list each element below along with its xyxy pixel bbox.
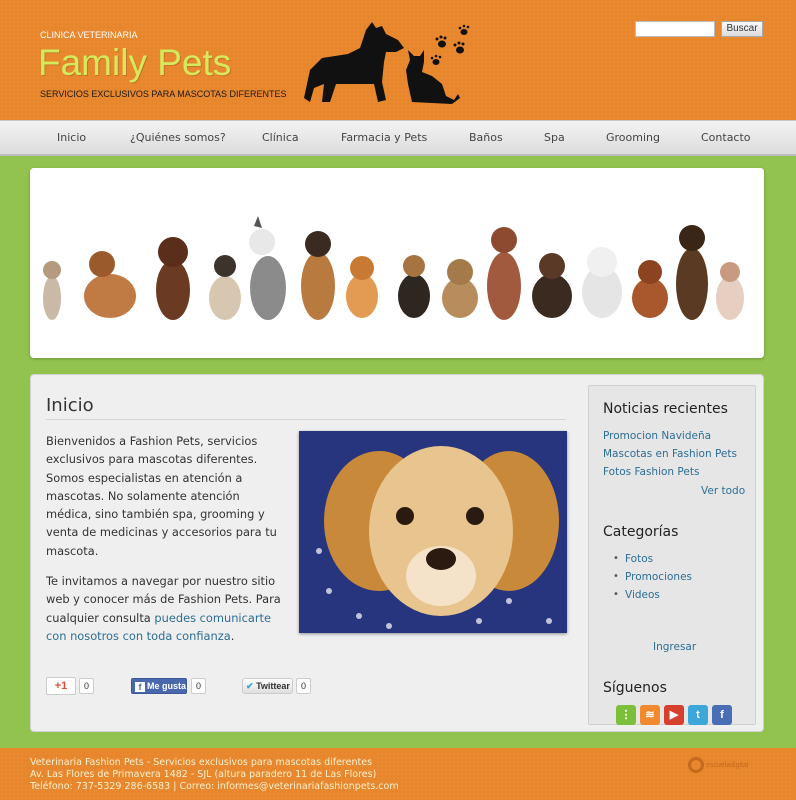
dogs-lineup-image	[30, 168, 764, 358]
escueladigital-logo[interactable]: escueladigital	[688, 757, 748, 773]
nav-item-inicio[interactable]: Inicio	[57, 131, 86, 144]
nav-item-contacto[interactable]: Contacto	[701, 131, 751, 144]
sitemap-icon[interactable]: ⋮	[616, 705, 636, 725]
brand-logo-text[interactable]: Family Pets	[38, 42, 231, 84]
bullet-icon: •	[613, 589, 619, 600]
footer-line-2: Av. Las Flores de Primavera 1482 - SJL (…	[30, 769, 377, 780]
nav-item-banos[interactable]: Baños	[469, 131, 503, 144]
tweet-button[interactable]: ✔ Twittear	[242, 678, 293, 694]
facebook-icon[interactable]: f	[712, 705, 732, 725]
tweet-count: 0	[296, 678, 311, 694]
search-input[interactable]	[635, 21, 715, 37]
categories-heading: Categorías	[603, 524, 679, 540]
clinic-label: CLINICA VETERINARIA	[40, 30, 138, 40]
follow-heading: Síguenos	[603, 680, 667, 696]
escueladigital-mark-icon	[688, 757, 704, 773]
nav-item-clinica[interactable]: Clínica	[262, 131, 299, 144]
news-heading: Noticias recientes	[603, 401, 728, 417]
tweet-label: Twittear	[256, 681, 290, 691]
news-item[interactable]: Mascotas en Fashion Pets	[603, 448, 737, 460]
intro-paragraph: Bienvenidos a Fashion Pets, servicios ex…	[46, 434, 277, 558]
category-item[interactable]: Promociones	[625, 571, 692, 583]
title-divider	[46, 419, 566, 420]
search-button[interactable]: Buscar	[721, 21, 763, 37]
news-item[interactable]: Fotos Fashion Pets	[603, 466, 699, 478]
gplus-button[interactable]: +1	[46, 677, 76, 695]
hero-banner	[30, 168, 764, 358]
twitter-icon[interactable]: t	[688, 705, 708, 725]
youtube-icon[interactable]: ▶	[664, 705, 684, 725]
invite-end: .	[230, 628, 235, 643]
pets-silhouette-logo	[304, 22, 470, 104]
facebook-like-button[interactable]: f Me gusta	[131, 678, 187, 694]
site-header: CLINICA VETERINARIA Family Pets SERVICIO…	[0, 0, 796, 120]
rss-icon[interactable]: ≋	[640, 705, 660, 725]
category-item[interactable]: Fotos	[625, 553, 653, 565]
nav-item-grooming[interactable]: Grooming	[606, 131, 660, 144]
footer-line-1: Veterinaria Fashion Pets - Servicios exc…	[30, 757, 373, 768]
tagline: SERVICIOS EXCLUSIVOS PARA MASCOTAS DIFER…	[40, 89, 287, 99]
category-item[interactable]: Videos	[625, 589, 660, 601]
invite-paragraph: Te invitamos a navegar por nuestro sitio…	[46, 572, 291, 645]
page-title: Inicio	[46, 395, 94, 416]
news-item[interactable]: Promocion Navideña	[603, 430, 711, 442]
bullet-icon: •	[613, 571, 619, 582]
footer-line-3: Teléfono: 737-5329 286-6583 | Correo: in…	[30, 781, 399, 792]
nav-item-spa[interactable]: Spa	[544, 131, 565, 144]
twitter-bird-icon: ✔	[246, 681, 254, 691]
nav-item-farmacia[interactable]: Farmacia y Pets	[341, 131, 427, 144]
nav-item-quienes-somos[interactable]: ¿Quiénes somos?	[130, 131, 226, 144]
footer-logo-text: escueladigital	[706, 761, 749, 769]
puppy-photo	[299, 431, 567, 633]
share-bar: +1 0 f Me gusta 0 ✔ Twittear 0	[31, 677, 331, 695]
main-nav: Inicio ¿Quiénes somos? Clínica Farmacia …	[0, 120, 796, 156]
main-content: Inicio Bienvenidos a Fashion Pets, servi…	[30, 374, 764, 732]
sidebar: Noticias recientes Promocion Navideña Ma…	[588, 385, 756, 725]
facebook-count: 0	[191, 678, 206, 694]
facebook-icon: f	[135, 682, 145, 692]
view-all-link[interactable]: Ver todo	[701, 485, 745, 497]
login-link[interactable]: Ingresar	[653, 641, 696, 653]
site-footer: Veterinaria Fashion Pets - Servicios exc…	[0, 748, 796, 800]
facebook-like-label: Me gusta	[147, 681, 187, 691]
gplus-count: 0	[79, 678, 94, 694]
bullet-icon: •	[613, 553, 619, 564]
